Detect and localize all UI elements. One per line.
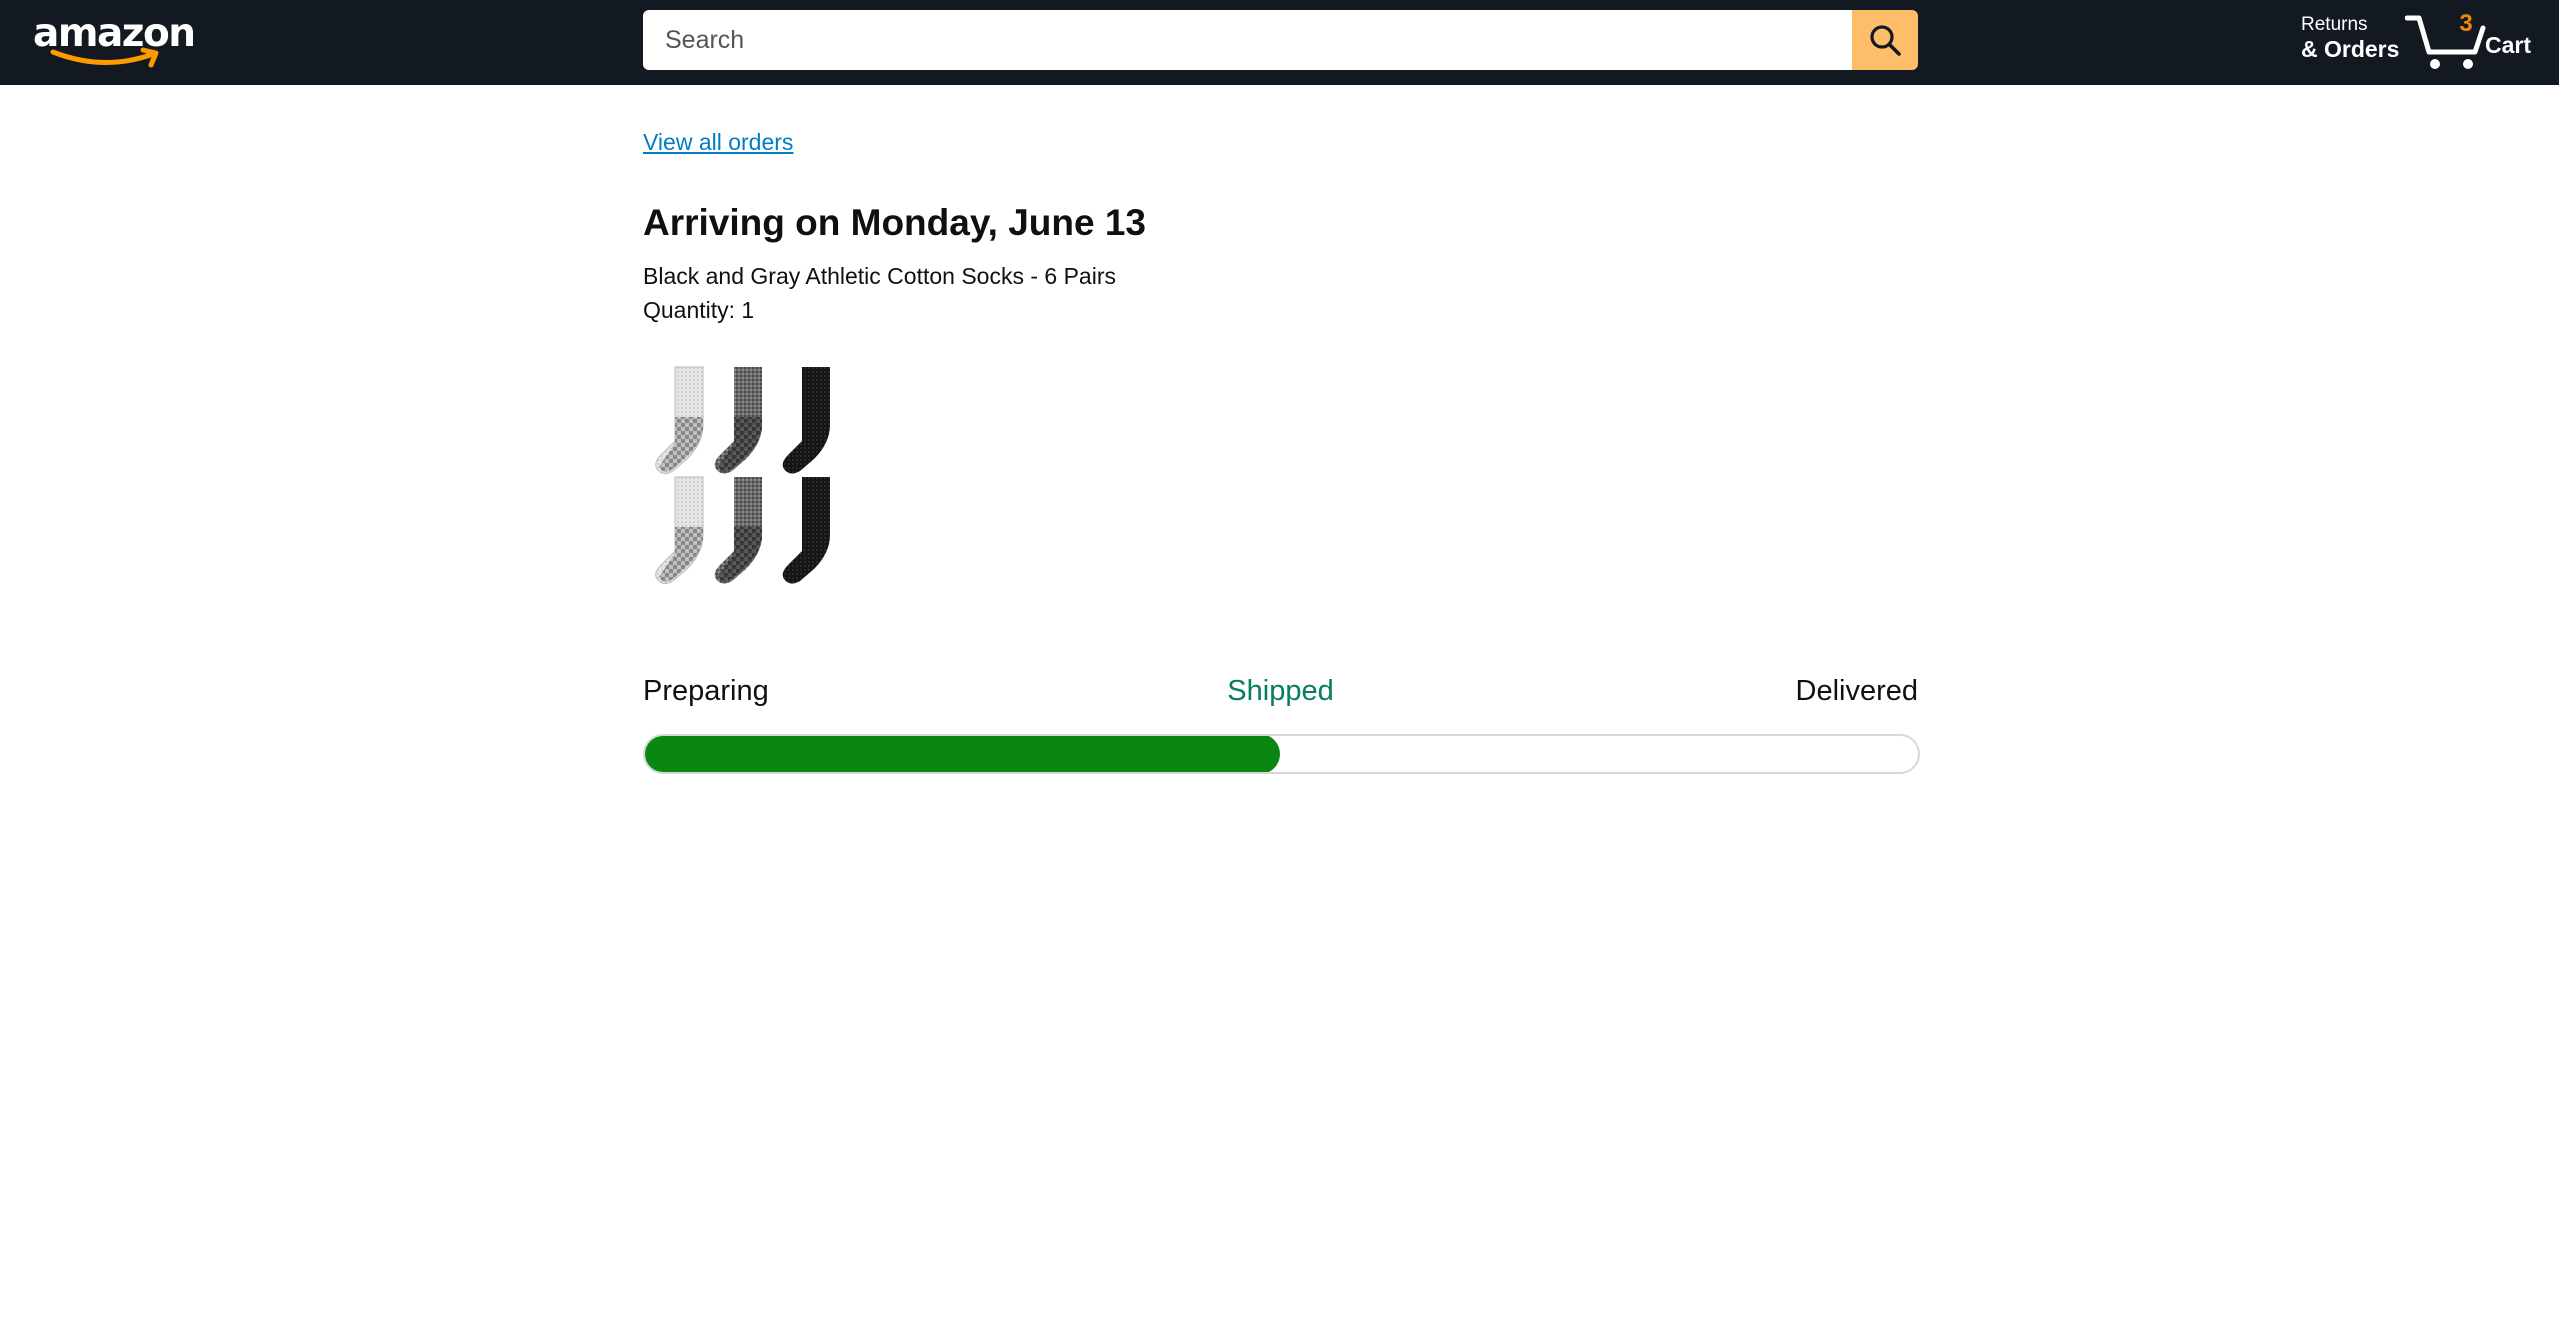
cart-button[interactable]: 3 Cart — [2405, 8, 2555, 70]
returns-and-orders-link[interactable]: Returns & Orders — [2301, 14, 2399, 62]
view-all-orders-link[interactable]: View all orders — [643, 129, 793, 156]
shipment-progress-fill — [645, 736, 1280, 772]
cart-count-badge: 3 — [2459, 10, 2473, 37]
search-bar — [643, 10, 1918, 70]
product-quantity: Quantity: 1 — [643, 297, 755, 323]
top-header: amazon Returns & Orders 3 Cart — [0, 0, 2559, 85]
product-image-socks[interactable] — [643, 365, 848, 590]
status-delivered: Delivered — [1795, 675, 1919, 707]
search-input[interactable] — [643, 10, 1852, 70]
amazon-logo[interactable]: amazon — [33, 8, 196, 68]
amazon-smile-icon — [50, 47, 159, 68]
search-icon — [1870, 25, 1901, 56]
product-name: Black and Gray Athletic Cotton Socks - 6… — [643, 263, 1116, 289]
shipment-progress-bar — [643, 734, 1920, 774]
cart-label: Cart — [2485, 32, 2532, 58]
status-shipped: Shipped — [1227, 675, 1334, 707]
returns-label: Returns — [2301, 14, 2368, 35]
arrival-heading: Arriving on Monday, June 13 — [643, 202, 1147, 243]
search-button[interactable] — [1852, 10, 1918, 70]
orders-label: & Orders — [2301, 35, 2400, 62]
